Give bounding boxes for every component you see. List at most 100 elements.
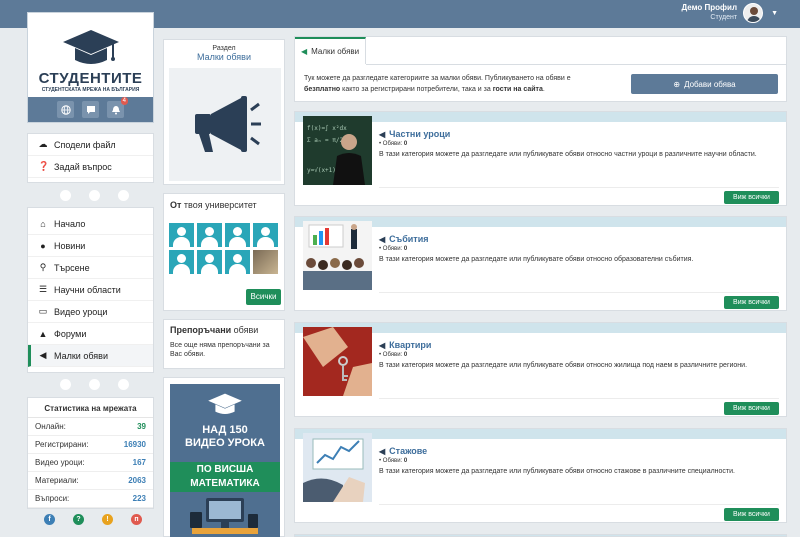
- monitor-icon: ▭: [38, 306, 48, 316]
- business-chart-image: [303, 433, 372, 502]
- user-avatar[interactable]: [169, 223, 194, 247]
- divider: [379, 187, 779, 188]
- category-title[interactable]: ◀ Частни уроци: [379, 129, 450, 139]
- graduation-cap-icon: [208, 393, 242, 414]
- category-title-text: Квартири: [389, 340, 432, 350]
- stat-value: 2063: [128, 476, 146, 485]
- user-avatar[interactable]: [169, 250, 194, 274]
- globe-icon[interactable]: [57, 101, 74, 118]
- view-all-button[interactable]: Виж всички: [724, 402, 779, 415]
- section-name[interactable]: Малки обяви: [164, 52, 284, 62]
- user-avatar[interactable]: [197, 250, 222, 274]
- sidebar-item-fields[interactable]: ☰ Научни области: [28, 279, 153, 301]
- caret-down-icon[interactable]: ▼: [771, 10, 778, 17]
- help-icon[interactable]: ?: [73, 514, 84, 525]
- category-count: • Обяви: 0: [379, 458, 408, 464]
- social-links: f ? ! п: [44, 514, 142, 525]
- alert-icon[interactable]: !: [102, 514, 113, 525]
- ad-line3: ПО ВИСША: [196, 464, 254, 475]
- stat-row: Материали: 2063: [28, 472, 153, 490]
- category-image[interactable]: [303, 327, 372, 396]
- sidebar-item-video[interactable]: ▭ Видео уроци: [28, 301, 153, 323]
- category-description: В тази категория можете да разгледате ил…: [379, 362, 748, 369]
- sidebar-item-home[interactable]: ⌂ Начало: [28, 213, 153, 235]
- list-icon: ☰: [38, 284, 48, 294]
- sidebar-item-news[interactable]: ● Новини: [28, 235, 153, 257]
- divider: [379, 398, 779, 399]
- stat-label: Въпроси:: [35, 494, 70, 503]
- user-avatar[interactable]: [253, 250, 278, 274]
- view-all-button[interactable]: Виж всички: [724, 508, 779, 521]
- notification-badge: 4: [120, 97, 128, 105]
- divider-dots: [60, 379, 129, 390]
- logo-title: СТУДЕНТИТЕ: [38, 70, 143, 87]
- share-file-item[interactable]: ☁ Сподели файл: [28, 134, 153, 156]
- menu-label: Малки обяви: [54, 350, 108, 361]
- menu-label: Форуми: [54, 328, 87, 339]
- profile-menu[interactable]: Демо Профил Студент ▼: [681, 3, 778, 23]
- category-count: • Обяви: 0: [379, 352, 408, 358]
- logo[interactable]: СТУДЕНТИТЕ СТУДЕНТСКАТА МРЕЖА НА БЪЛГАРИ…: [28, 13, 153, 97]
- avatar[interactable]: [743, 3, 764, 23]
- recommended-title: Препоръчани обяви: [170, 325, 259, 335]
- view-all-button[interactable]: Виж всички: [724, 191, 779, 204]
- megaphone-icon: ◀: [379, 129, 386, 139]
- bell-icon[interactable]: 4: [107, 97, 128, 118]
- category-image[interactable]: f(x)=∫ x²dx Σ aₙ = π/2 y=√(x+1): [303, 116, 372, 185]
- megaphone-image: [169, 68, 281, 181]
- sidebar-item-search[interactable]: ⚲ Търсене: [28, 257, 153, 279]
- megaphone-icon: ◀: [301, 47, 308, 56]
- chat-icon[interactable]: [82, 101, 99, 118]
- category-image[interactable]: [303, 221, 372, 290]
- ad-image: НАД 150 ВИДЕО УРОКА ПО ВИСША МАТЕМАТИКА: [170, 384, 280, 537]
- user-avatar[interactable]: [225, 250, 250, 274]
- sidebar-item-forums[interactable]: ▲ Форуми: [28, 323, 153, 345]
- facebook-icon[interactable]: f: [44, 514, 55, 525]
- category-title[interactable]: ◀ Квартири: [379, 340, 431, 350]
- divider: [379, 292, 779, 293]
- stat-value: 167: [132, 458, 146, 467]
- category-description: В тази категория можете да разгледате ил…: [379, 256, 694, 263]
- divider-dots: [60, 190, 129, 201]
- svg-text:y=√(x+1): y=√(x+1): [307, 167, 336, 174]
- home-icon: ⌂: [40, 218, 46, 229]
- user-avatar[interactable]: [197, 223, 222, 247]
- university-title: От твоя университет: [170, 200, 257, 210]
- menu-label: Видео уроци: [54, 306, 108, 317]
- ad-highlight: ПО ВИСША МАТЕМАТИКА: [170, 462, 280, 492]
- view-all-button[interactable]: Виж всички: [724, 296, 779, 309]
- sidebar-item-classifieds[interactable]: ◀ Малки обяви: [28, 345, 153, 367]
- add-ad-button[interactable]: ⊕ Добави обява: [631, 74, 778, 94]
- stat-row: Онлайн: 39: [28, 418, 153, 436]
- category-image[interactable]: [303, 433, 372, 502]
- category-title[interactable]: ◀ Събития: [379, 234, 429, 244]
- pinterest-icon[interactable]: п: [131, 514, 142, 525]
- category-count: • Обяви: 0: [379, 246, 408, 252]
- profile-names: Демо Профил Студент: [681, 3, 737, 23]
- megaphone-icon: ◀: [379, 340, 386, 350]
- dot: [118, 379, 129, 390]
- computer-icon: [190, 498, 258, 534]
- user-avatar[interactable]: [225, 223, 250, 247]
- recommended-box: Препоръчани обяви Все още няма препоръча…: [163, 319, 285, 369]
- stat-label: Видео уроци:: [35, 458, 85, 467]
- tab-label: Малки обяви: [311, 47, 360, 56]
- tab-classifieds[interactable]: ◀ Малки обяви: [295, 37, 366, 64]
- category-title[interactable]: ◀ Стажове: [379, 446, 427, 456]
- dot: [89, 379, 100, 390]
- graduation-cap-icon: [62, 30, 119, 64]
- divider: [379, 504, 779, 505]
- stat-value: 39: [137, 422, 146, 431]
- stat-value: 16930: [123, 440, 146, 449]
- cloud-upload-icon: ☁: [38, 139, 48, 149]
- ad-banner[interactable]: НАД 150 ВИДЕО УРОКА ПО ВИСША МАТЕМАТИКА: [163, 377, 285, 537]
- all-users-button[interactable]: Всички: [246, 289, 281, 305]
- plus-circle-icon: ⊕: [673, 79, 681, 89]
- ask-question-item[interactable]: ❓ Задай въпрос: [28, 156, 153, 178]
- tab-divider: [366, 64, 787, 65]
- stat-label: Онлайн:: [35, 422, 66, 431]
- megaphone-icon: ◀: [379, 446, 386, 456]
- user-avatar[interactable]: [253, 223, 278, 247]
- keys-hands-image: [303, 327, 372, 396]
- graduation-cap-icon: ▲: [38, 328, 48, 339]
